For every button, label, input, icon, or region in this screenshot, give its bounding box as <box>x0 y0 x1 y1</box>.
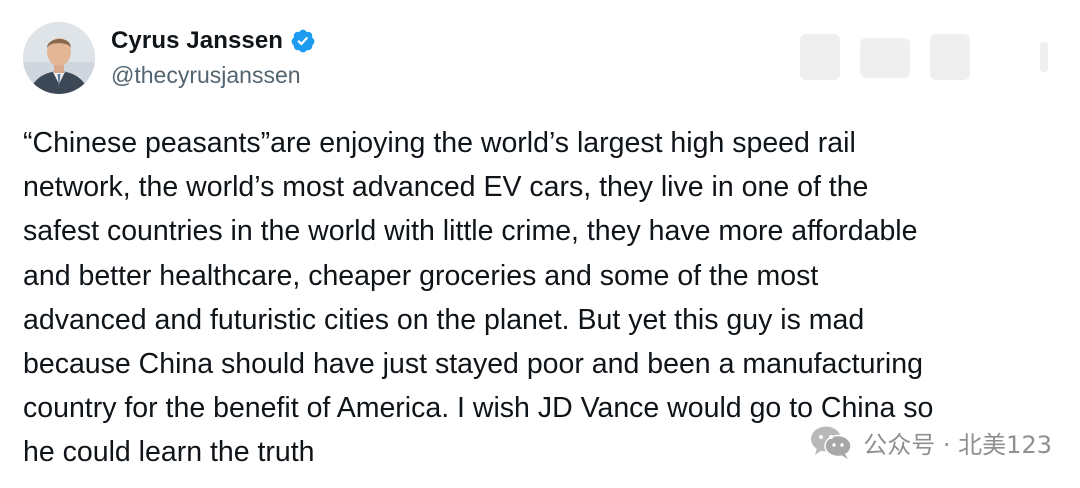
author-display-name[interactable]: Cyrus Janssen <box>111 27 283 55</box>
tweet-card: Cyrus Janssen @thecyrusjanssen “Chinese … <box>0 0 1080 488</box>
verified-badge-icon <box>290 28 316 54</box>
faint-background-shape <box>800 34 1048 80</box>
watermark-text: 公众号 · 北美123 <box>863 430 1052 459</box>
tweet-line: because China should have just stayed po… <box>23 348 923 381</box>
tweet-line: safest countries in the world with littl… <box>23 215 918 248</box>
tweet-line: and better healthcare, cheaper groceries… <box>23 259 819 292</box>
avatar[interactable] <box>23 22 95 94</box>
author-handle[interactable]: @thecyrusjanssen <box>111 62 301 89</box>
wechat-icon <box>811 426 853 459</box>
tweet-line: advanced and futuristic cities on the pl… <box>23 303 865 336</box>
tweet-line: “Chinese peasants”are enjoying the world… <box>23 127 856 159</box>
tweet-body: “Chinese peasants”are enjoying the world… <box>23 121 1063 475</box>
wechat-watermark: 公众号 · 北美123 <box>809 424 1052 460</box>
tweet-line: network, the world’s most advanced EV ca… <box>23 171 869 204</box>
author-name-row[interactable]: Cyrus Janssen <box>111 24 316 58</box>
